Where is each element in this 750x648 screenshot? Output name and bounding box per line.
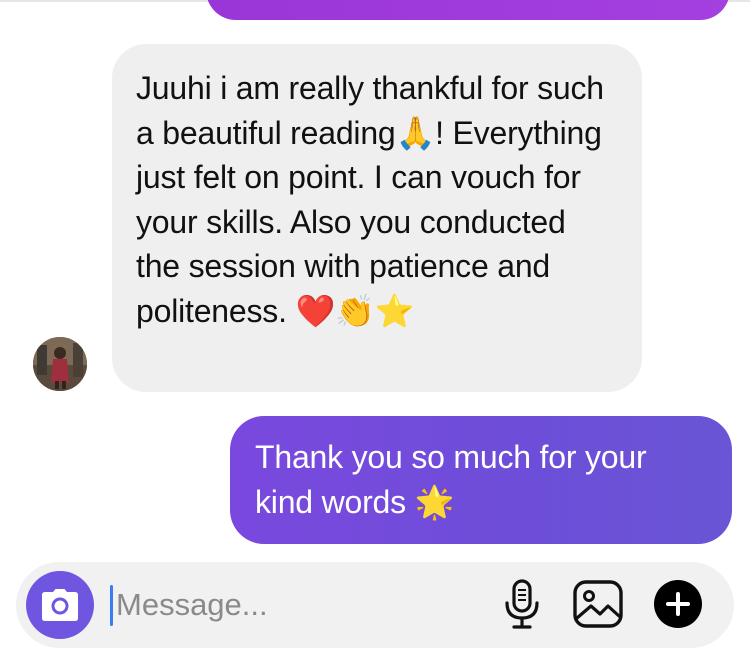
outgoing-message-bubble[interactable]: Thank you so much for your kind words 🌟 xyxy=(230,416,732,544)
camera-icon xyxy=(42,589,78,621)
outgoing-message-text: Thank you so much for your kind words 🌟 xyxy=(255,439,647,520)
incoming-message-bubble[interactable]: Juuhi i am really thankful for such a be… xyxy=(112,44,642,392)
avatar-photo xyxy=(33,337,87,391)
add-icon xyxy=(666,592,690,616)
previous-message-bubble[interactable] xyxy=(206,0,730,20)
add-button[interactable] xyxy=(654,580,702,628)
avatar[interactable] xyxy=(33,337,87,391)
microphone-button[interactable] xyxy=(500,578,544,630)
incoming-message-text: Juuhi i am really thankful for such a be… xyxy=(136,70,604,329)
text-caret xyxy=(110,585,113,626)
gallery-icon xyxy=(573,580,623,628)
camera-button[interactable] xyxy=(26,571,94,639)
microphone-icon xyxy=(505,579,539,629)
message-input[interactable] xyxy=(116,584,476,626)
gallery-button[interactable] xyxy=(572,579,624,629)
